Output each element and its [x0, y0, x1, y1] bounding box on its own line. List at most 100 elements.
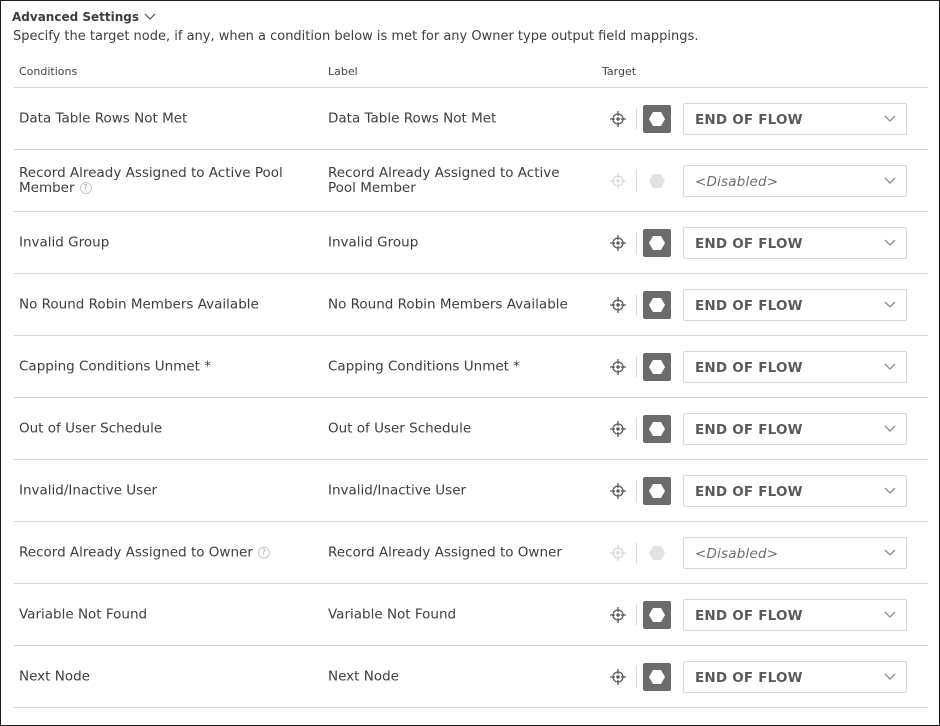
crosshair-icon[interactable]: [608, 109, 628, 129]
target-select-value: END OF FLOW: [695, 359, 803, 376]
chevron-down-icon: [884, 177, 896, 184]
hexagon-node-icon[interactable]: [643, 476, 671, 505]
crosshair-icon[interactable]: [608, 419, 628, 439]
crosshair-icon[interactable]: [608, 605, 628, 625]
help-icon[interactable]: ?: [257, 546, 270, 558]
divider: [636, 107, 637, 130]
label-cell: Record Already Assigned to Owner: [328, 544, 562, 560]
condition-cell: Out of User Schedule: [19, 421, 289, 436]
crosshair-icon[interactable]: [608, 357, 628, 377]
advanced-settings-title: Advanced Settings: [12, 10, 140, 24]
condition-text: No Round Robin Members Available: [19, 296, 259, 312]
label-cell: Variable Not Found: [328, 606, 457, 622]
condition-text: Out of User Schedule: [19, 420, 163, 436]
condition-cell: Invalid/Inactive User: [19, 483, 289, 498]
target-select-value: END OF FLOW: [695, 297, 803, 314]
divider: [636, 665, 637, 688]
label-cell: Record Already Assigned to Active Pool M…: [328, 164, 560, 196]
chevron-down-icon: [884, 673, 896, 680]
chevron-down-icon: [884, 425, 896, 432]
divider: [636, 355, 637, 378]
target-select[interactable]: END OF FLOW: [683, 102, 907, 135]
divider: [636, 479, 637, 502]
table-row: Record Already Assigned to Active Pool M…: [14, 149, 928, 211]
help-icon[interactable]: ?: [79, 181, 92, 194]
condition-cell: Data Table Rows Not Met: [19, 111, 289, 126]
target-select[interactable]: END OF FLOW: [683, 226, 907, 259]
label-cell: No Round Robin Members Available: [328, 296, 568, 312]
advanced-settings-toggle[interactable]: Advanced Settings: [12, 10, 156, 24]
label-cell: Out of User Schedule: [328, 420, 472, 436]
target-select[interactable]: END OF FLOW: [683, 288, 907, 321]
table-row: Capping Conditions Unmet * Capping Condi…: [14, 335, 928, 397]
chevron-down-icon: [884, 363, 896, 370]
table-row: Invalid/Inactive User Invalid/Inactive U…: [14, 459, 928, 521]
condition-cell: Invalid Group: [19, 235, 289, 250]
condition-text: Invalid/Inactive User: [19, 482, 158, 498]
chevron-down-icon: [884, 611, 896, 618]
hexagon-node-icon: [643, 167, 671, 195]
target-select-value: END OF FLOW: [695, 607, 803, 624]
table-header: Conditions Label Target: [1, 57, 928, 87]
table-row: Record Already Assigned to Owner? Record…: [14, 521, 928, 583]
chevron-down-icon: [884, 301, 896, 308]
hexagon-node-icon[interactable]: [643, 352, 671, 381]
condition-cell: Record Already Assigned to Active Pool M…: [19, 164, 289, 196]
target-select-value: <Disabled>: [695, 173, 779, 190]
hexagon-node-icon[interactable]: [643, 600, 671, 629]
target-select[interactable]: END OF FLOW: [683, 598, 907, 631]
advanced-settings-panel: Advanced Settings Specify the target nod…: [0, 0, 940, 726]
crosshair-icon[interactable]: [608, 667, 628, 687]
condition-text: Record Already Assigned to Active Pool M…: [19, 164, 283, 196]
target-select[interactable]: END OF FLOW: [683, 412, 907, 445]
hexagon-node-icon[interactable]: [643, 104, 671, 133]
target-select[interactable]: END OF FLOW: [683, 350, 907, 383]
divider: [636, 231, 637, 254]
target-select[interactable]: END OF FLOW: [683, 474, 907, 507]
condition-text: Data Table Rows Not Met: [19, 110, 188, 126]
condition-text: Invalid Group: [19, 234, 110, 250]
crosshair-icon: [610, 172, 626, 189]
table-row: Next Node Next Node END OF FLOW: [14, 645, 928, 708]
target-select-value: END OF FLOW: [695, 235, 803, 252]
divider: [636, 293, 637, 316]
target-select[interactable]: <Disabled>: [683, 164, 907, 197]
divider: [636, 541, 637, 564]
conditions-table: Data Table Rows Not Met Data Table Rows …: [14, 87, 928, 708]
crosshair-icon: [610, 544, 626, 561]
hexagon-node-icon[interactable]: [643, 290, 671, 319]
target-select[interactable]: END OF FLOW: [683, 660, 907, 693]
target-select-value: END OF FLOW: [695, 421, 803, 438]
target-select-value: <Disabled>: [695, 545, 779, 562]
table-row: Out of User Schedule Out of User Schedul…: [14, 397, 928, 459]
condition-text: Variable Not Found: [19, 606, 148, 622]
divider: [636, 603, 637, 626]
label-cell: Invalid Group: [328, 234, 419, 250]
divider: [636, 417, 637, 440]
condition-text: Record Already Assigned to Owner: [19, 544, 253, 560]
hexagon-node-icon[interactable]: [643, 662, 671, 691]
divider: [636, 169, 637, 192]
target-select[interactable]: <Disabled>: [683, 536, 907, 569]
hexagon-node-icon[interactable]: [643, 228, 671, 257]
condition-text: Next Node: [19, 668, 90, 684]
label-cell: Next Node: [328, 668, 399, 684]
crosshair-icon[interactable]: [608, 233, 628, 253]
target-select-value: END OF FLOW: [695, 483, 803, 500]
target-select-value: END OF FLOW: [695, 669, 803, 686]
label-cell: Capping Conditions Unmet *: [328, 358, 520, 374]
condition-cell: Variable Not Found: [19, 607, 289, 622]
condition-cell: Record Already Assigned to Owner?: [19, 545, 289, 560]
crosshair-icon[interactable]: [608, 295, 628, 315]
hexagon-node-icon: [643, 539, 671, 567]
condition-cell: No Round Robin Members Available: [19, 297, 289, 312]
table-row: No Round Robin Members Available No Roun…: [14, 273, 928, 335]
condition-cell: Capping Conditions Unmet *: [19, 359, 289, 374]
column-header-label: Label: [328, 65, 358, 78]
label-cell: Invalid/Inactive User: [328, 482, 467, 498]
column-header-target: Target: [602, 65, 637, 78]
condition-text: Capping Conditions Unmet *: [19, 358, 211, 374]
hexagon-node-icon[interactable]: [643, 414, 671, 443]
crosshair-icon[interactable]: [608, 481, 628, 501]
table-row: Variable Not Found Variable Not Found EN…: [14, 583, 928, 645]
